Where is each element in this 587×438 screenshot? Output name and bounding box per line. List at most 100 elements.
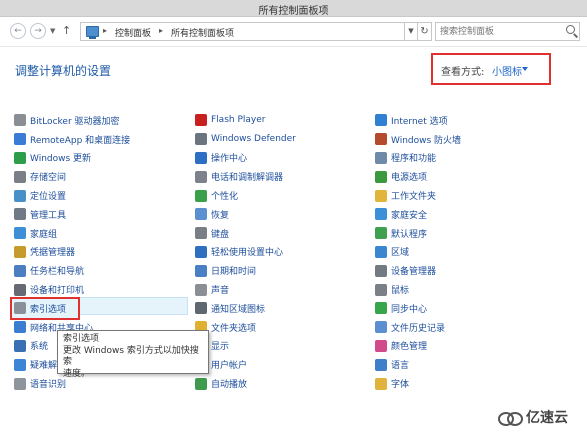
control-panel-item[interactable]: 设备管理器 <box>375 261 565 280</box>
item-label: 电话和调制解调器 <box>211 173 284 184</box>
control-panel-item[interactable]: 鼠标 <box>375 280 565 299</box>
control-panel-item[interactable]: Internet 选项 <box>375 111 565 130</box>
search-input[interactable] <box>440 25 558 38</box>
item-label: 凭据管理器 <box>30 248 76 259</box>
address-dropdown-icon[interactable]: ▼ <box>405 22 418 41</box>
item-label: Internet 选项 <box>391 116 448 127</box>
control-panel-item[interactable]: 语言 <box>375 355 565 374</box>
control-panel-item[interactable]: 通知区域图标 <box>195 299 371 318</box>
control-panel-item[interactable]: 声音 <box>195 280 371 299</box>
control-panel-item[interactable]: 工作文件夹 <box>375 186 565 205</box>
breadcrumb-all-items[interactable]: 所有控制面板项 <box>171 26 234 39</box>
back-arrow-icon[interactable]: ← <box>10 23 26 39</box>
control-panel-item[interactable]: 家庭组 <box>14 224 190 243</box>
power-options-icon <box>375 170 387 183</box>
remoteapp-icon <box>14 133 26 146</box>
sync-center-icon <box>375 302 387 315</box>
item-label: 颜色管理 <box>391 342 428 353</box>
control-panel-item[interactable]: 恢复 <box>195 205 371 224</box>
tooltip-line-1: 更改 Windows 索引方式以加快搜索 <box>63 345 199 368</box>
control-panel-item[interactable]: 凭据管理器 <box>14 243 190 262</box>
control-panel-item[interactable]: 默认程序 <box>375 224 565 243</box>
credential-manager-icon <box>14 245 26 258</box>
item-label: 操作中心 <box>211 154 248 165</box>
control-panel-item[interactable]: Windows 防火墙 <box>375 130 565 149</box>
control-panel-item[interactable]: 个性化 <box>195 186 371 205</box>
control-panel-item[interactable]: 日期和时间 <box>195 261 371 280</box>
item-label: 工作文件夹 <box>391 192 437 203</box>
control-panel-item[interactable]: 用户帐户 <box>195 355 371 374</box>
file-history-icon <box>375 321 387 334</box>
control-panel-item[interactable]: 电话和调制解调器 <box>195 167 371 186</box>
location-icon <box>14 189 26 202</box>
control-panel-item[interactable]: 字体 <box>375 374 565 393</box>
view-by-dropdown[interactable]: 小图标 <box>492 63 522 78</box>
storage-spaces-icon <box>14 170 26 183</box>
control-panel-item[interactable]: Flash Player <box>195 111 371 130</box>
item-label: 程序和功能 <box>391 154 437 165</box>
admin-tools-icon <box>14 208 26 221</box>
control-panel-item[interactable]: 颜色管理 <box>375 337 565 356</box>
action-center-icon <box>195 151 207 164</box>
control-panel-item[interactable]: 操作中心 <box>195 149 371 168</box>
control-panel-item[interactable]: 自动播放 <box>195 374 371 393</box>
breadcrumb-separator-icon[interactable]: ▸ <box>103 26 107 35</box>
yisu-logo-icon <box>498 409 523 426</box>
control-panel-item[interactable]: 管理工具 <box>14 205 190 224</box>
control-panel-item[interactable]: 同步中心 <box>375 299 565 318</box>
control-panel-item[interactable]: 显示 <box>195 337 371 356</box>
control-panel-item[interactable]: 家庭安全 <box>375 205 565 224</box>
control-panel-item[interactable]: Windows Defender <box>195 130 371 149</box>
item-label: Windows 防火墙 <box>391 135 462 146</box>
item-label: 默认程序 <box>391 229 428 240</box>
title-bar: 所有控制面板项 <box>0 0 587 17</box>
breadcrumb-control-panel[interactable]: 控制面板 <box>115 26 151 39</box>
control-panel-item-indexing-options[interactable]: 索引选项 <box>10 296 80 320</box>
view-by-control: 查看方式: 小图标 <box>431 53 551 85</box>
control-panel-item[interactable]: 文件夹选项 <box>195 318 371 337</box>
forward-arrow-icon[interactable]: → <box>30 23 46 39</box>
control-panel-item[interactable]: 定位设置 <box>14 186 190 205</box>
control-panel-item[interactable]: 程序和功能 <box>375 149 565 168</box>
control-panel-icon <box>86 26 99 39</box>
control-panel-item[interactable]: 存储空间 <box>14 167 190 186</box>
recovery-icon <box>195 208 207 221</box>
control-panel-item[interactable]: BitLocker 驱动器加密 <box>14 111 190 130</box>
item-label: 存储空间 <box>30 173 67 184</box>
search-icon[interactable] <box>566 25 575 34</box>
item-label: 自动播放 <box>211 380 248 391</box>
control-panel-item[interactable]: 键盘 <box>195 224 371 243</box>
item-label: 家庭安全 <box>391 210 428 221</box>
control-panel-item[interactable]: Windows 更新 <box>14 149 190 168</box>
control-panel-item[interactable]: 轻松使用设置中心 <box>195 243 371 262</box>
item-label: 文件夹选项 <box>211 323 257 334</box>
recent-locations-chevron-icon[interactable]: ▼ <box>50 27 55 35</box>
item-label: Windows 更新 <box>30 154 92 165</box>
item-label: 定位设置 <box>30 192 67 203</box>
indexing-options-icon <box>14 302 26 315</box>
control-panel-item[interactable]: 设备和打印机 <box>14 280 190 299</box>
work-folders-icon <box>375 189 387 202</box>
item-label: 家庭组 <box>30 229 58 240</box>
address-bar[interactable]: ▸ 控制面板 ▸ 所有控制面板项 <box>80 22 405 41</box>
chevron-down-icon[interactable] <box>522 67 528 71</box>
firewall-icon <box>375 133 387 146</box>
control-panel-item[interactable]: RemoteApp 和桌面连接 <box>14 130 190 149</box>
search-box[interactable] <box>435 22 580 41</box>
control-panel-item[interactable]: 任务栏和导航 <box>14 261 190 280</box>
up-arrow-icon[interactable]: ↑ <box>62 24 71 37</box>
control-panel-item[interactable]: 文件历史记录 <box>375 318 565 337</box>
control-panel-item[interactable]: 区域 <box>375 243 565 262</box>
control-panel-item[interactable]: 电源选项 <box>375 167 565 186</box>
network-icon <box>14 321 26 334</box>
flash-icon <box>195 114 207 127</box>
family-safety-icon <box>375 208 387 221</box>
device-manager-icon <box>375 264 387 277</box>
refresh-icon[interactable]: ↻ <box>418 22 432 41</box>
item-label: 管理工具 <box>30 210 67 221</box>
notification-icons-icon <box>195 302 207 315</box>
watermark: 亿速云 <box>498 406 568 428</box>
item-label: RemoteApp 和桌面连接 <box>30 135 131 146</box>
breadcrumb-separator-icon[interactable]: ▸ <box>159 26 163 35</box>
homegroup-icon <box>14 227 26 240</box>
